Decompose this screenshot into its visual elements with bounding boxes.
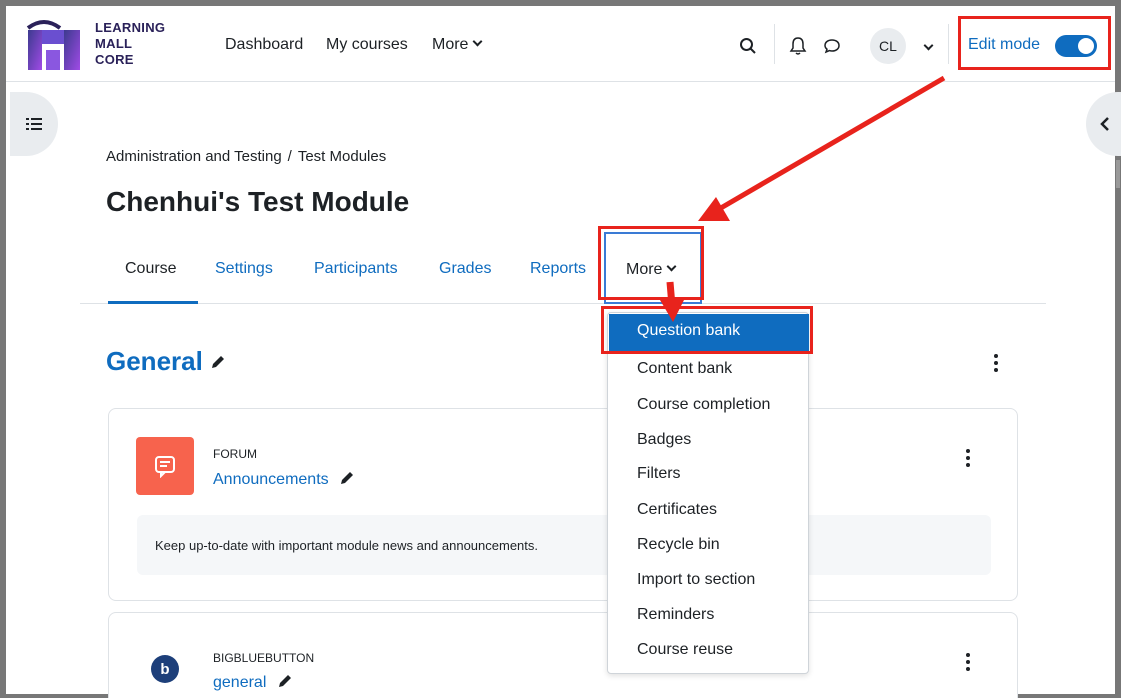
brand-name: LEARNING MALL CORE — [95, 20, 166, 67]
menu-item-course-completion[interactable]: Course completion — [609, 388, 809, 422]
tab-grades[interactable]: Grades — [439, 260, 491, 278]
bell-icon — [789, 37, 807, 55]
user-avatar[interactable]: CL — [870, 28, 906, 64]
nav-more-label: More — [432, 36, 469, 53]
bigbluebutton-icon: b — [151, 655, 179, 683]
menu-item-filters[interactable]: Filters — [609, 457, 809, 491]
tab-reports[interactable]: Reports — [530, 260, 586, 278]
section-title: General — [106, 346, 226, 377]
tab-course[interactable]: Course — [125, 260, 177, 278]
chat-bubble-icon — [824, 39, 840, 54]
more-dropdown-menu: Question bank Content bank Course comple… — [607, 312, 809, 674]
menu-item-content-bank[interactable]: Content bank — [609, 352, 809, 386]
annotation-box-question-bank — [601, 306, 813, 354]
menu-item-reminders[interactable]: Reminders — [609, 598, 809, 632]
activity-link[interactable]: Announcements — [213, 470, 355, 489]
menu-item-badges[interactable]: Badges — [609, 423, 809, 457]
pencil-icon — [278, 675, 291, 687]
breadcrumb-separator: / — [287, 148, 292, 165]
activity-name: Announcements — [213, 471, 329, 488]
activity-description: Keep up-to-date with important module ne… — [137, 515, 991, 575]
activity-link[interactable]: general — [213, 673, 293, 692]
activity-type-label: FORUM — [213, 447, 257, 461]
pencil-icon — [341, 472, 354, 484]
menu-item-course-reuse[interactable]: Course reuse — [609, 633, 809, 667]
annotation-box-more-tab — [598, 226, 704, 300]
notifications-button[interactable] — [784, 32, 812, 60]
messages-button[interactable] — [818, 32, 846, 60]
top-navbar: LEARNING MALL CORE Dashboard My courses … — [6, 6, 1115, 82]
tab-participants[interactable]: Participants — [314, 260, 398, 278]
forum-icon — [136, 437, 194, 495]
page-title: Chenhui's Test Module — [106, 186, 410, 217]
breadcrumb: Administration and Testing / Test Modules — [106, 148, 386, 165]
tab-settings[interactable]: Settings — [215, 260, 273, 278]
divider — [948, 24, 949, 64]
menu-item-import-to-section[interactable]: Import to section — [609, 563, 809, 597]
scrollbar[interactable] — [1116, 160, 1120, 188]
breadcrumb-item[interactable]: Test Modules — [298, 148, 386, 165]
chevron-down-icon — [473, 36, 483, 47]
activity-card-bigbluebutton: b BIGBLUEBUTTON general — [108, 612, 1018, 698]
divider — [774, 24, 775, 64]
menu-item-certificates[interactable]: Certificates — [609, 493, 809, 527]
search-icon — [740, 38, 756, 54]
course-secondary-nav: Course Settings Participants Grades Repo… — [80, 232, 1046, 304]
pencil-icon[interactable] — [210, 354, 226, 370]
breadcrumb-item[interactable]: Administration and Testing — [106, 148, 282, 165]
activity-card-forum: FORUM Announcements Keep up-to-date with… — [108, 408, 1018, 601]
activity-actions-kebab-icon[interactable] — [965, 653, 971, 671]
nav-more-menu[interactable]: More — [432, 36, 483, 54]
chevron-left-icon — [1100, 117, 1109, 131]
nav-dashboard-link[interactable]: Dashboard — [225, 36, 303, 54]
list-icon — [26, 118, 42, 130]
activity-actions-kebab-icon[interactable] — [965, 449, 971, 467]
activity-name: general — [213, 674, 267, 691]
brand-logo-icon[interactable] — [24, 14, 86, 74]
chevron-down-icon[interactable] — [923, 40, 934, 51]
nav-my-courses-link[interactable]: My courses — [326, 36, 408, 54]
annotation-box-edit-mode — [958, 16, 1111, 70]
section-title-text[interactable]: General — [106, 346, 203, 376]
activity-type-label: BIGBLUEBUTTON — [213, 651, 315, 665]
section-actions-kebab-icon[interactable] — [993, 354, 999, 372]
search-button[interactable] — [734, 32, 762, 60]
menu-item-recycle-bin[interactable]: Recycle bin — [609, 528, 809, 562]
active-tab-indicator — [108, 301, 198, 304]
